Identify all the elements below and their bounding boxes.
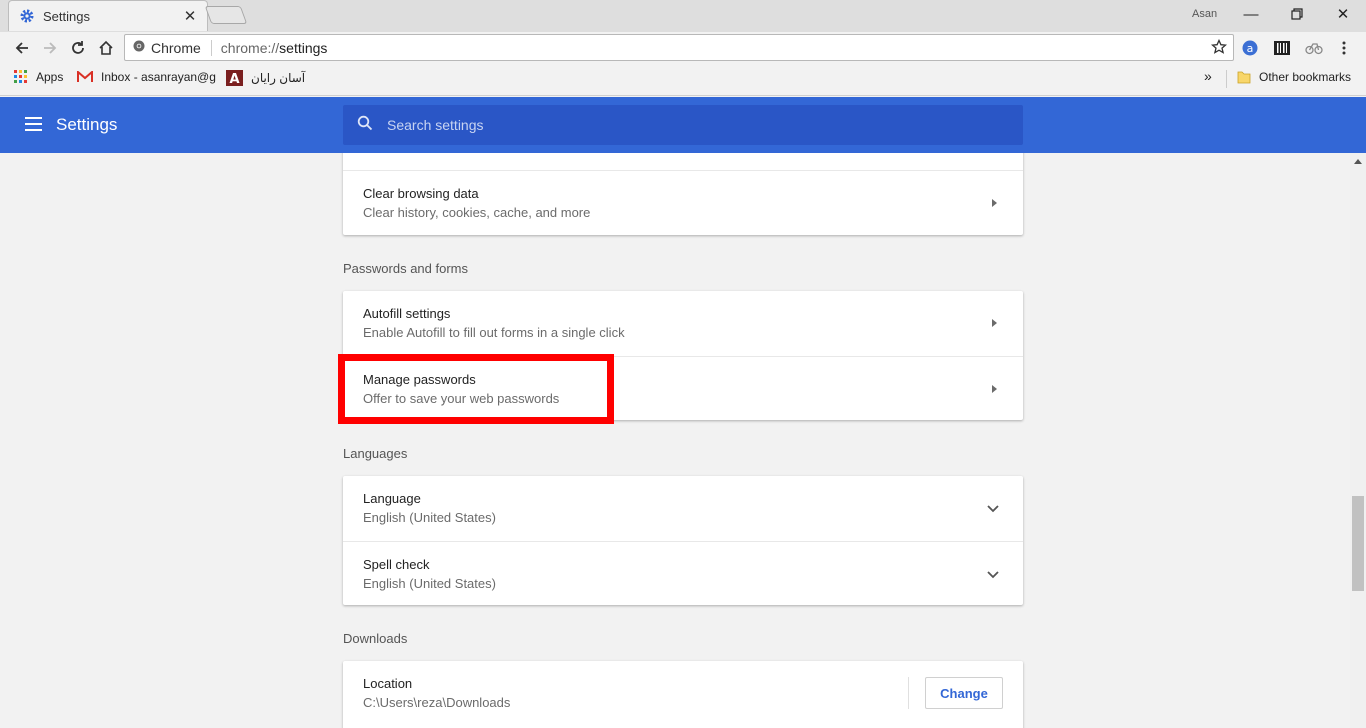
star-icon[interactable] [1210,38,1228,60]
row-subtitle: Enable Autofill to fill out forms in a s… [363,325,625,340]
gmail-icon [77,71,93,83]
autofill-settings-row[interactable]: Autofill settings Enable Autofill to fil… [343,291,1023,356]
arrow-right-icon [992,385,997,393]
language-row[interactable]: Language English (United States) [343,476,1023,541]
privacy-hidden-row[interactable] [343,153,1023,170]
row-subtitle: English (United States) [363,510,496,525]
bookmark-apps[interactable]: Apps [14,70,63,84]
bookmark-asan[interactable]: A آسان رایان [226,70,305,86]
new-tab-button[interactable] [204,6,248,24]
bookmarks-overflow[interactable]: » [1204,68,1212,84]
menu-dots-icon[interactable] [1334,38,1354,58]
home-icon[interactable] [94,36,118,60]
change-location-button[interactable]: Change [925,677,1003,709]
restore-icon[interactable] [1274,0,1320,28]
passwords-forms-card: Autofill settings Enable Autofill to fil… [343,291,1023,420]
location-row: Location C:\Users\reza\Downloads Change [343,661,1023,726]
arrow-right-icon [992,319,997,327]
address-bar[interactable]: Chrome chrome://settings [124,34,1234,61]
row-title: Spell check [363,557,430,572]
scroll-up-icon[interactable] [1354,159,1362,164]
search-input[interactable] [387,117,987,133]
url-text[interactable]: chrome://settings [221,40,328,56]
bookmarks-bar: Apps Inbox - asanrayan@g A آسان رایان » … [0,63,1366,96]
row-title: Language [363,491,421,506]
manage-passwords-row[interactable]: Manage passwords Offer to save your web … [343,356,1023,421]
hamburger-menu-icon[interactable] [25,117,42,131]
row-subtitle: Offer to save your web passwords [363,391,560,406]
row-title: Manage passwords [363,372,476,387]
row-title: Clear browsing data [363,186,479,201]
privacy-card: Clear browsing data Clear history, cooki… [343,153,1023,235]
row-title: Autofill settings [363,306,451,321]
gear-icon [19,8,35,24]
forward-icon[interactable] [38,36,62,60]
profile-name[interactable]: Asan [1192,8,1217,20]
settings-content: Clear browsing data Clear history, cooki… [0,153,1350,728]
section-downloads: Downloads [343,631,408,646]
minimize-icon[interactable]: — [1228,0,1274,28]
search-box[interactable] [343,105,1023,145]
chevron-down-icon[interactable] [987,566,999,584]
close-icon[interactable]: ✕ [183,7,197,25]
title-bar: Settings ✕ Asan — ✕ [0,0,1366,32]
bookmark-other[interactable]: Other bookmarks [1237,70,1351,84]
extension-a-icon[interactable]: a [1240,38,1260,58]
folder-icon [1237,70,1251,84]
reload-icon[interactable] [66,36,90,60]
extension-barcode-icon[interactable] [1272,38,1292,58]
clear-browsing-data-row[interactable]: Clear browsing data Clear history, cooki… [343,170,1023,235]
downloads-card: Location C:\Users\reza\Downloads Change [343,661,1023,728]
scrollbar[interactable] [1350,153,1366,728]
arrow-right-icon [992,199,997,207]
chevron-down-icon[interactable] [987,500,999,518]
browser-toolbar: Chrome chrome://settings a [0,32,1366,63]
apps-grid-icon [14,70,28,84]
section-passwords-forms: Passwords and forms [343,261,468,276]
search-icon [357,115,373,136]
row-subtitle: C:\Users\reza\Downloads [363,695,511,710]
page-title: Settings [56,115,118,134]
scroll-thumb[interactable] [1352,496,1364,591]
row-title: Location [363,676,413,691]
languages-card: Language English (United States) Spell c… [343,476,1023,605]
section-languages: Languages [343,446,408,461]
omnibox-chip: Chrome [151,39,212,56]
settings-header: Settings [0,97,1366,153]
chrome-logo-icon [133,39,145,57]
extension-cycle-icon[interactable] [1304,38,1324,58]
tab-settings[interactable]: Settings ✕ [8,0,208,31]
divider [908,677,909,709]
bookmark-gmail[interactable]: Inbox - asanrayan@g [77,70,216,84]
bookmark-divider [1226,70,1227,88]
tab-title: Settings [43,8,90,24]
row-subtitle: English (United States) [363,576,496,591]
spell-check-row[interactable]: Spell check English (United States) [343,541,1023,606]
back-icon[interactable] [10,36,34,60]
asan-logo-icon: A [226,70,243,86]
window-close-icon[interactable]: ✕ [1320,0,1366,28]
svg-text:a: a [1247,42,1254,55]
row-subtitle: Clear history, cookies, cache, and more [363,205,591,220]
svg-text:A: A [229,72,239,86]
